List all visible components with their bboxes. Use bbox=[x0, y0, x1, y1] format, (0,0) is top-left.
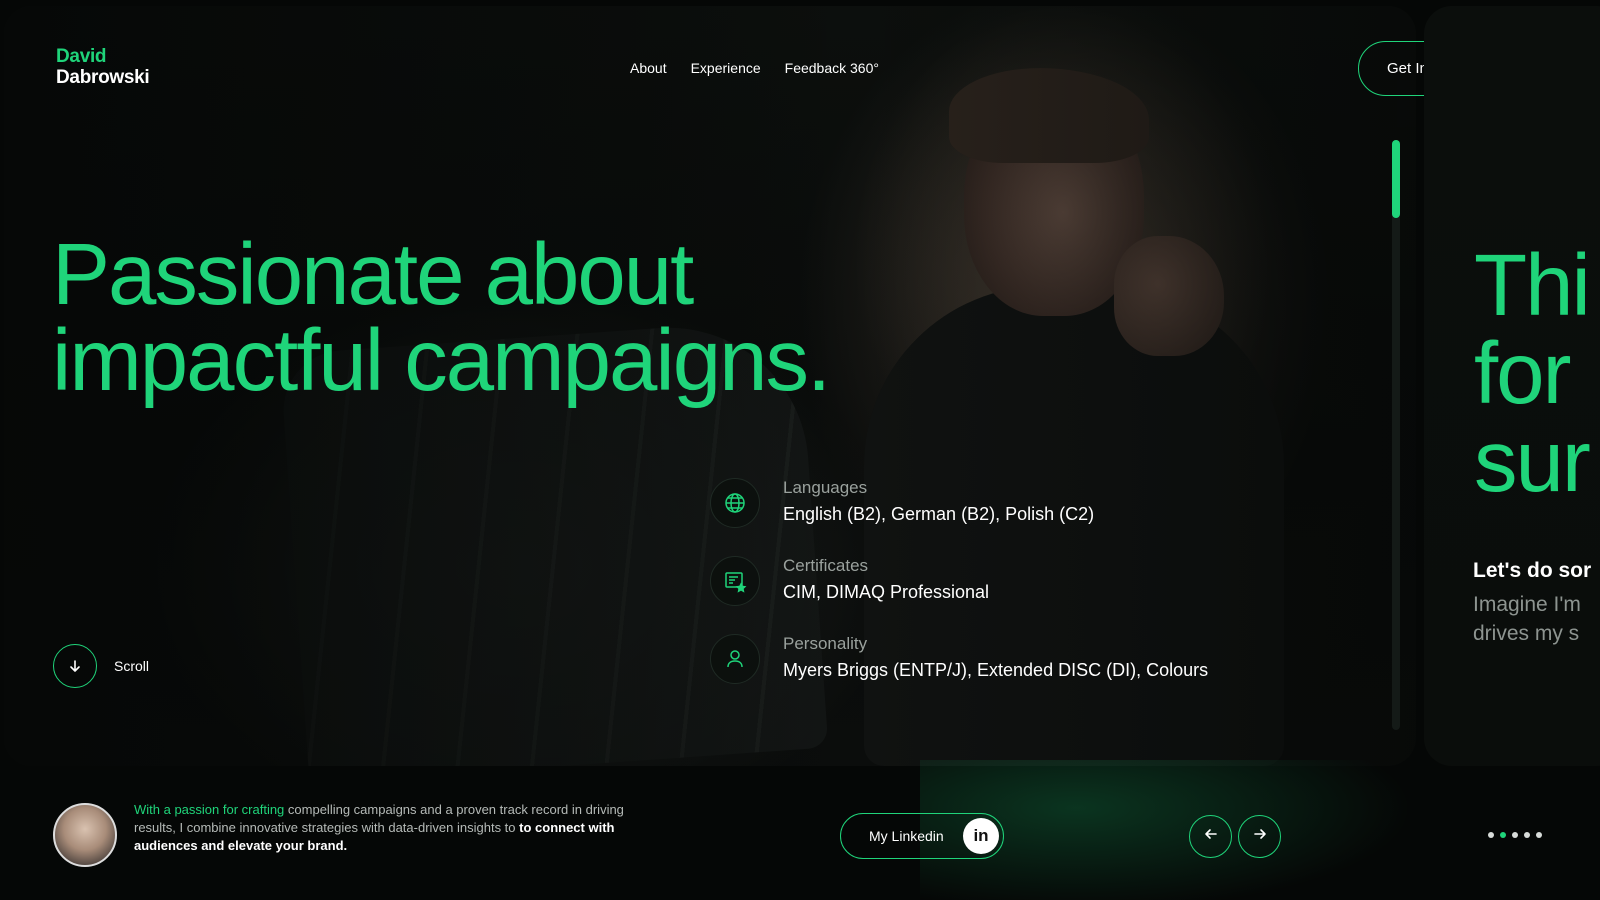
info-label: Certificates bbox=[783, 556, 869, 575]
brand-last-name: Dabrowski bbox=[56, 67, 150, 88]
brand-first-name: David bbox=[56, 46, 107, 67]
linkedin-button[interactable]: My Linkedin in bbox=[840, 813, 1004, 859]
nav-about[interactable]: About bbox=[630, 60, 667, 76]
headline-line-2: impactful campaigns. bbox=[52, 312, 831, 409]
pagination-dot-active[interactable] bbox=[1500, 832, 1506, 838]
arrow-right-icon bbox=[1252, 826, 1268, 847]
scroll-indicator[interactable]: Scroll bbox=[53, 644, 149, 688]
bio-section: With a passion for crafting compelling c… bbox=[53, 801, 654, 867]
next-headline-line-1: Thi bbox=[1474, 237, 1591, 334]
pagination-dot[interactable] bbox=[1512, 832, 1518, 838]
next-slide-text: Imagine I'm drives my s bbox=[1473, 590, 1581, 648]
info-value: Myers Briggs (ENTP/J), Extended DISC (DI… bbox=[783, 660, 1209, 680]
headline-line-1: Passionate about bbox=[52, 226, 694, 323]
slide-scrollbar[interactable] bbox=[1392, 140, 1400, 730]
next-text-line-1: Imagine I'm bbox=[1473, 593, 1581, 616]
arrow-down-icon bbox=[53, 644, 97, 688]
scroll-label: Scroll bbox=[114, 658, 150, 674]
info-value: English (B2), German (B2), Polish (C2) bbox=[783, 504, 1095, 524]
pagination-dot[interactable] bbox=[1536, 832, 1542, 838]
info-label: Languages bbox=[783, 478, 868, 497]
avatar bbox=[53, 803, 117, 867]
certificate-icon bbox=[710, 556, 760, 606]
next-text-line-2: drives my s bbox=[1473, 622, 1580, 645]
info-label: Personality bbox=[783, 634, 868, 653]
linkedin-label: My Linkedin bbox=[869, 828, 944, 844]
hero-headline: Passionate about impactful campaigns. bbox=[52, 231, 952, 404]
globe-icon bbox=[710, 478, 760, 528]
prev-slide-button[interactable] bbox=[1189, 815, 1232, 858]
next-slide-subtitle: Let's do sor bbox=[1473, 559, 1592, 582]
top-nav: About Experience Feedback 360° bbox=[630, 60, 879, 76]
next-headline-line-2: for bbox=[1474, 325, 1572, 422]
slide-pagination bbox=[1488, 832, 1542, 838]
scrollbar-thumb[interactable] bbox=[1392, 140, 1400, 218]
next-slide-button[interactable] bbox=[1238, 815, 1281, 858]
brand-logo[interactable]: David Dabrowski bbox=[56, 46, 150, 88]
pagination-dot[interactable] bbox=[1488, 832, 1494, 838]
next-slide-headline: Thi for sur bbox=[1474, 242, 1591, 506]
nav-feedback[interactable]: Feedback 360° bbox=[785, 60, 879, 76]
nav-experience[interactable]: Experience bbox=[691, 60, 761, 76]
user-icon bbox=[710, 634, 760, 684]
bio-text: With a passion for crafting compelling c… bbox=[134, 801, 654, 867]
pagination-dot[interactable] bbox=[1524, 832, 1530, 838]
next-slide-card[interactable]: Thi for sur Let's do sor Imagine I'm dri… bbox=[1424, 6, 1600, 766]
info-value: CIM, DIMAQ Professional bbox=[783, 582, 990, 602]
next-headline-line-3: sur bbox=[1474, 413, 1591, 510]
linkedin-icon: in bbox=[963, 818, 999, 854]
bio-highlight: With a passion for crafting bbox=[134, 802, 285, 817]
arrow-left-icon bbox=[1203, 826, 1219, 847]
